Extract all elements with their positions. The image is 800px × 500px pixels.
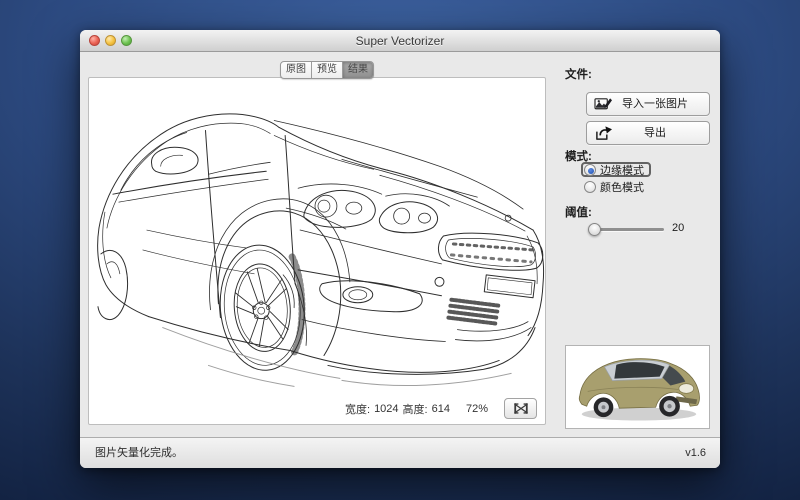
fit-to-window-button[interactable]	[504, 398, 537, 419]
color-mode-label: 颜色模式	[600, 179, 644, 195]
close-button[interactable]	[89, 35, 100, 46]
window-titlebar[interactable]: Super Vectorizer	[80, 30, 720, 52]
height-label: 高度:	[403, 401, 428, 417]
view-tabs: 原图 预览 结果	[280, 61, 374, 79]
width-value: 1024	[374, 403, 398, 415]
status-message: 图片矢量化完成。	[95, 438, 183, 468]
threshold-slider-track[interactable]	[593, 228, 664, 231]
height-value: 614	[432, 403, 450, 415]
radio-color-mode[interactable]: 颜色模式	[584, 179, 644, 194]
import-image-button[interactable]: 导入一张图片	[586, 92, 710, 116]
threshold-value: 20	[672, 222, 684, 234]
original-car-photo	[568, 348, 707, 426]
threshold-slider-knob[interactable]	[588, 223, 601, 236]
original-image-thumbnail	[565, 345, 710, 429]
radio-circle-unchecked	[584, 181, 596, 193]
zoom-percentage: 72%	[466, 403, 488, 415]
tab-result[interactable]: 结果	[343, 62, 373, 78]
main-content: 原图 预览 结果	[80, 52, 720, 437]
desktop-background: Super Vectorizer 原图 预览 结果	[0, 0, 800, 500]
window-title: Super Vectorizer	[80, 30, 720, 52]
radio-circle-checked	[584, 164, 596, 176]
tab-original[interactable]: 原图	[281, 62, 312, 78]
radio-edge-mode[interactable]: 边缘模式	[581, 162, 651, 177]
minimize-button[interactable]	[105, 35, 116, 46]
zoom-button[interactable]	[121, 35, 132, 46]
app-window: Super Vectorizer 原图 预览 结果	[80, 30, 720, 468]
export-arrow-icon	[594, 125, 613, 142]
status-bar: 图片矢量化完成。 v1.6	[80, 437, 720, 468]
fit-to-window-icon	[513, 402, 529, 415]
version-label: v1.6	[685, 438, 706, 468]
vectorized-car-image	[89, 78, 545, 394]
export-button[interactable]: 导出	[586, 121, 710, 145]
traffic-lights	[89, 35, 132, 46]
canvas-panel: 宽度: 1024 高度: 614 72%	[88, 77, 546, 425]
edge-mode-label: 边缘模式	[600, 162, 644, 178]
threshold-section-label: 阈值:	[565, 204, 592, 220]
file-section-label: 文件:	[565, 66, 592, 82]
width-label: 宽度:	[345, 401, 370, 417]
image-info-bar: 宽度: 1024 高度: 614 72%	[345, 398, 537, 419]
tab-preview[interactable]: 预览	[312, 62, 343, 78]
image-import-icon	[594, 96, 613, 113]
